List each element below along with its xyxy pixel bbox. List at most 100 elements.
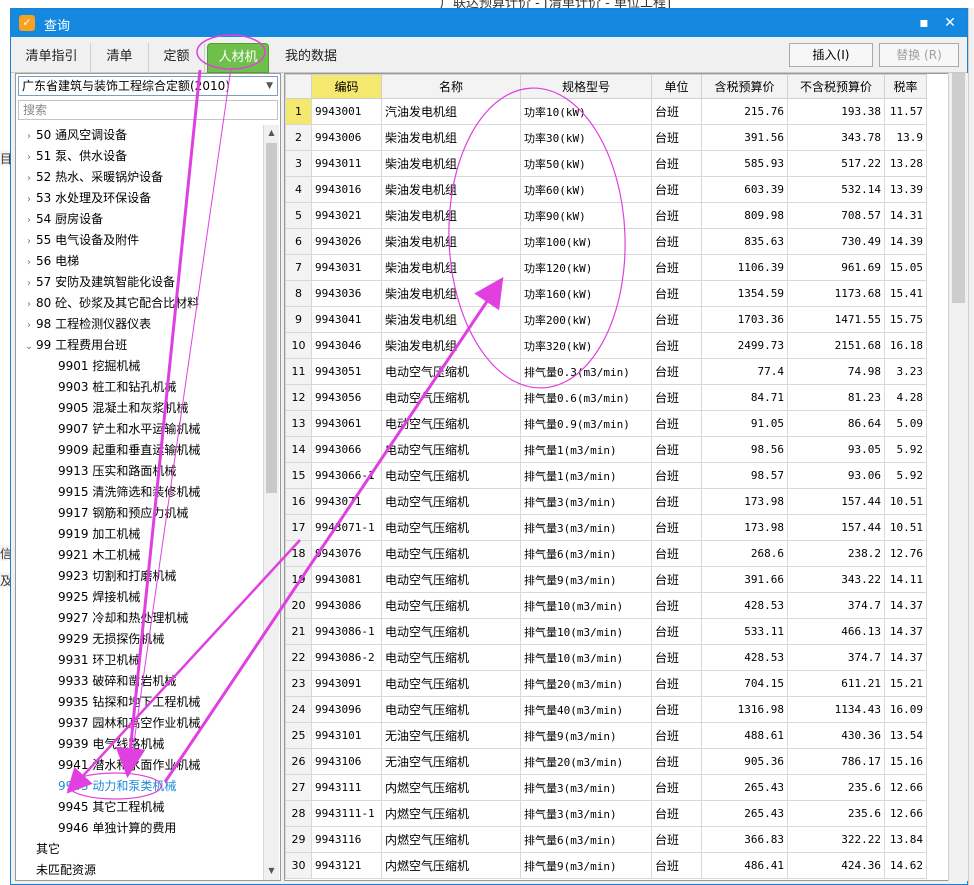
scroll-up-icon[interactable]: ▲ xyxy=(264,125,279,141)
name-cell[interactable]: 电动空气压缩机 xyxy=(381,644,521,671)
table-row[interactable]: 5 9943021 柴油发电机组 功率90(kW) 台班 809.98 708.57 14.3… xyxy=(285,202,927,229)
column-header-spec[interactable]: 规格型号 xyxy=(520,74,652,99)
price-excl-tax-cell[interactable]: 1173.68 xyxy=(787,280,885,307)
unit-cell[interactable]: 台班 xyxy=(651,540,702,567)
tree-node[interactable]: ⌄ 99 工程费用台班 xyxy=(22,335,127,356)
unit-cell[interactable]: 台班 xyxy=(651,254,702,281)
chevron-down-icon[interactable]: ▼ xyxy=(266,77,273,95)
unit-cell[interactable]: 台班 xyxy=(651,124,702,151)
unit-cell[interactable]: 台班 xyxy=(651,98,702,125)
tax-rate-cell[interactable]: 12.66 xyxy=(884,774,927,801)
insert-button[interactable]: 插入(I) xyxy=(789,43,873,67)
name-cell[interactable]: 柴油发电机组 xyxy=(381,280,521,307)
tree-node[interactable]: 未匹配资源 xyxy=(22,860,96,880)
unit-cell[interactable]: 台班 xyxy=(651,566,702,593)
code-cell[interactable]: 9943091 xyxy=(311,670,382,697)
unit-cell[interactable]: 台班 xyxy=(651,644,702,671)
tree-node[interactable]: 9929 无损探伤机械 xyxy=(58,629,164,650)
price-excl-tax-cell[interactable]: 1471.55 xyxy=(787,306,885,333)
unit-cell[interactable]: 台班 xyxy=(651,696,702,723)
price-incl-tax-cell[interactable]: 1316.98 xyxy=(701,696,788,723)
row-number[interactable]: 5 xyxy=(285,202,312,229)
unit-cell[interactable]: 台班 xyxy=(651,280,702,307)
row-number[interactable]: 16 xyxy=(285,488,312,515)
row-number[interactable]: 27 xyxy=(285,774,312,801)
tree-node[interactable]: 9903 桩工和钻孔机械 xyxy=(58,377,176,398)
code-cell[interactable]: 9943076 xyxy=(311,540,382,567)
tree-node[interactable]: 9937 园林和高空作业机械 xyxy=(58,713,200,734)
price-incl-tax-cell[interactable]: 905.36 xyxy=(701,748,788,775)
row-number[interactable]: 23 xyxy=(285,670,312,697)
price-incl-tax-cell[interactable]: 428.53 xyxy=(701,592,788,619)
name-cell[interactable]: 柴油发电机组 xyxy=(381,332,521,359)
price-excl-tax-cell[interactable]: 238.2 xyxy=(787,540,885,567)
tree-node[interactable]: 9921 木工机械 xyxy=(58,545,140,566)
close-icon[interactable]: ✕ xyxy=(940,13,960,33)
unit-cell[interactable]: 台班 xyxy=(651,826,702,853)
price-excl-tax-cell[interactable]: 532.14 xyxy=(787,176,885,203)
price-excl-tax-cell[interactable]: 466.13 xyxy=(787,618,885,645)
tree-node[interactable]: 9907 铲土和水平运输机械 xyxy=(58,419,200,440)
spec-cell[interactable]: 排气量0.9(m3/min) xyxy=(520,410,652,437)
code-cell[interactable]: 9943071 xyxy=(311,488,382,515)
price-excl-tax-cell[interactable]: 93.05 xyxy=(787,436,885,463)
unit-cell[interactable]: 台班 xyxy=(651,306,702,333)
price-incl-tax-cell[interactable]: 428.53 xyxy=(701,644,788,671)
tree-node[interactable]: 9901 挖掘机械 xyxy=(58,356,140,377)
tree-node[interactable]: 9917 钢筋和预应力机械 xyxy=(58,503,188,524)
spec-cell[interactable]: 功率50(kW) xyxy=(520,150,652,177)
table-row[interactable]: 22 9943086-2 电动空气压缩机 排气量10(m3/min) 台班 428.53 3… xyxy=(285,644,927,671)
price-excl-tax-cell[interactable]: 786.17 xyxy=(787,748,885,775)
price-excl-tax-cell[interactable]: 157.44 xyxy=(787,514,885,541)
tax-rate-cell[interactable]: 14.39 xyxy=(884,228,927,255)
spec-cell[interactable]: 功率90(kW) xyxy=(520,202,652,229)
price-incl-tax-cell[interactable]: 77.4 xyxy=(701,358,788,385)
tree-node[interactable]: 9913 压实和路面机械 xyxy=(58,461,176,482)
table-row[interactable]: 4 9943016 柴油发电机组 功率60(kW) 台班 603.39 532.14 13.3… xyxy=(285,176,927,203)
price-excl-tax-cell[interactable]: 730.49 xyxy=(787,228,885,255)
spec-cell[interactable]: 排气量0.6(m3/min) xyxy=(520,384,652,411)
name-cell[interactable]: 电动空气压缩机 xyxy=(381,592,521,619)
name-cell[interactable]: 电动空气压缩机 xyxy=(381,670,521,697)
price-excl-tax-cell[interactable]: 93.06 xyxy=(787,462,885,489)
price-excl-tax-cell[interactable]: 157.44 xyxy=(787,488,885,515)
tree-node-selected[interactable]: 9943 动力和泵类机械 xyxy=(58,776,176,797)
price-incl-tax-cell[interactable]: 98.56 xyxy=(701,436,788,463)
price-incl-tax-cell[interactable]: 1106.39 xyxy=(701,254,788,281)
code-cell[interactable]: 9943111-1 xyxy=(311,800,382,827)
spec-cell[interactable]: 排气量1(m3/min) xyxy=(520,462,652,489)
code-cell[interactable]: 9943101 xyxy=(311,722,382,749)
row-number[interactable]: 8 xyxy=(285,280,312,307)
column-header-price-incl-tax[interactable]: 含税预算价 xyxy=(701,74,788,99)
tree-node[interactable]: 9905 混凝土和灰浆机械 xyxy=(58,398,188,419)
tax-rate-cell[interactable]: 14.37 xyxy=(884,592,927,619)
unit-cell[interactable]: 台班 xyxy=(651,852,702,879)
unit-cell[interactable]: 台班 xyxy=(651,618,702,645)
name-cell[interactable]: 电动空气压缩机 xyxy=(381,436,521,463)
unit-cell[interactable]: 台班 xyxy=(651,436,702,463)
tax-rate-cell[interactable]: 10.51 xyxy=(884,514,927,541)
code-cell[interactable]: 9943021 xyxy=(311,202,382,229)
unit-cell[interactable]: 台班 xyxy=(651,332,702,359)
spec-cell[interactable]: 排气量0.3(m3/min) xyxy=(520,358,652,385)
price-excl-tax-cell[interactable]: 235.6 xyxy=(787,774,885,801)
price-excl-tax-cell[interactable]: 374.7 xyxy=(787,592,885,619)
replace-button[interactable]: 替换 (R) xyxy=(879,43,959,67)
spec-cell[interactable]: 功率200(kW) xyxy=(520,306,652,333)
row-number[interactable]: 14 xyxy=(285,436,312,463)
code-cell[interactable]: 9943001 xyxy=(311,98,382,125)
tree-node[interactable]: 9935 钻探和地下工程机械 xyxy=(58,692,200,713)
tab-list-guide[interactable]: 清单指引 xyxy=(13,43,91,73)
code-cell[interactable]: 9943041 xyxy=(311,306,382,333)
price-incl-tax-cell[interactable]: 84.71 xyxy=(701,384,788,411)
row-number[interactable]: 12 xyxy=(285,384,312,411)
spec-cell[interactable]: 排气量1(m3/min) xyxy=(520,436,652,463)
code-cell[interactable]: 9943011 xyxy=(311,150,382,177)
tree-node[interactable]: 9933 破碎和凿岩机械 xyxy=(58,671,176,692)
tree-node[interactable]: 9941 潜水和水面作业机械 xyxy=(58,755,200,776)
price-excl-tax-cell[interactable]: 611.21 xyxy=(787,670,885,697)
code-cell[interactable]: 9943116 xyxy=(311,826,382,853)
spec-cell[interactable]: 排气量3(m3/min) xyxy=(520,774,652,801)
name-cell[interactable]: 电动空气压缩机 xyxy=(381,696,521,723)
tax-rate-cell[interactable]: 15.16 xyxy=(884,748,927,775)
